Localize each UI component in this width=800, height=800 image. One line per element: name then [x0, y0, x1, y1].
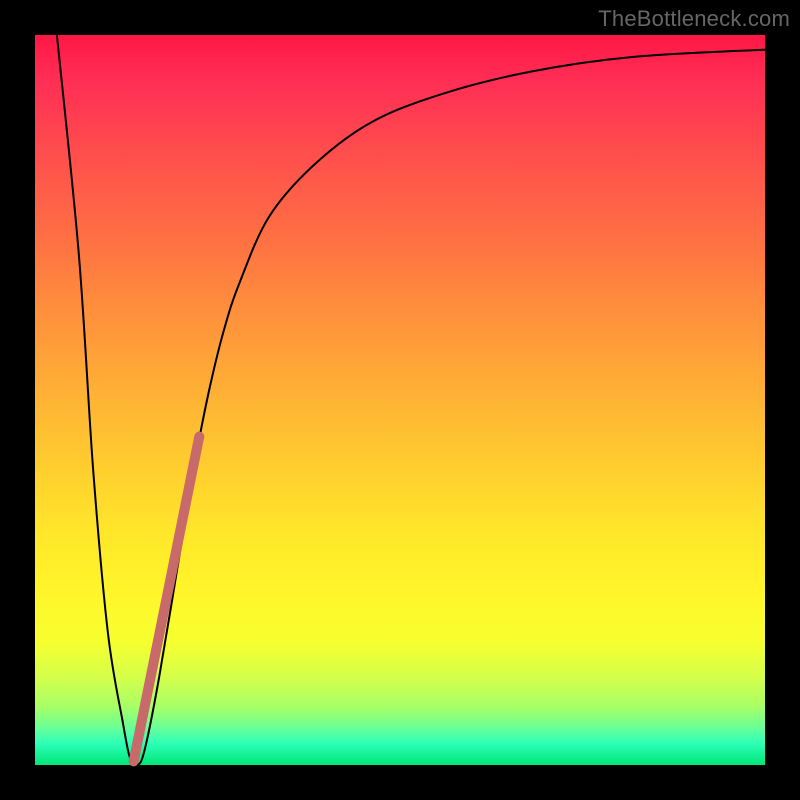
watermark-text: TheBottleneck.com: [598, 6, 790, 32]
chart-frame: TheBottleneck.com: [0, 0, 800, 800]
highlight-segment: [134, 437, 200, 762]
chart-svg: [35, 35, 765, 765]
main-curve: [57, 35, 765, 765]
